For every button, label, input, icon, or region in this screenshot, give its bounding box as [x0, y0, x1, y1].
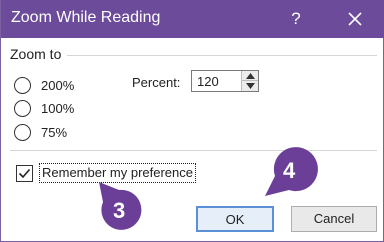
percent-stepper[interactable]: 120 — [191, 70, 259, 92]
chevron-down-icon — [246, 83, 255, 89]
help-button[interactable]: ? — [282, 5, 310, 33]
cancel-button[interactable]: Cancel — [291, 206, 377, 232]
chevron-up-icon — [246, 73, 255, 79]
close-icon — [348, 12, 362, 26]
percent-label: Percent: — [132, 75, 181, 90]
checkmark-icon — [18, 168, 31, 179]
close-button[interactable] — [341, 5, 369, 33]
radio-button[interactable] — [14, 100, 31, 117]
percent-input[interactable]: 120 — [197, 74, 219, 89]
ok-button[interactable]: OK — [196, 206, 274, 232]
section-divider — [10, 150, 377, 151]
radio-label: 200% — [41, 78, 75, 93]
remember-checkbox[interactable] — [16, 165, 33, 182]
spin-down-button[interactable] — [241, 81, 258, 91]
spin-up-button[interactable] — [241, 71, 258, 81]
step-callout-4: 4 — [259, 146, 319, 200]
step-callout-3: 3 — [91, 180, 151, 232]
radio-button[interactable] — [14, 124, 31, 141]
title-bar: Zoom While Reading ? — [1, 0, 384, 38]
radio-button[interactable] — [14, 77, 31, 94]
callout-number: 4 — [283, 158, 296, 183]
zoom-while-reading-dialog: Zoom While Reading ? Zoom to 200% 100% 7… — [0, 0, 384, 242]
section-divider — [67, 55, 377, 56]
callout-number: 3 — [113, 198, 126, 223]
radio-label: 100% — [41, 101, 75, 116]
dialog-title: Zoom While Reading — [11, 9, 161, 26]
zoom-to-label: Zoom to — [10, 46, 62, 62]
radio-label: 75% — [41, 125, 68, 140]
